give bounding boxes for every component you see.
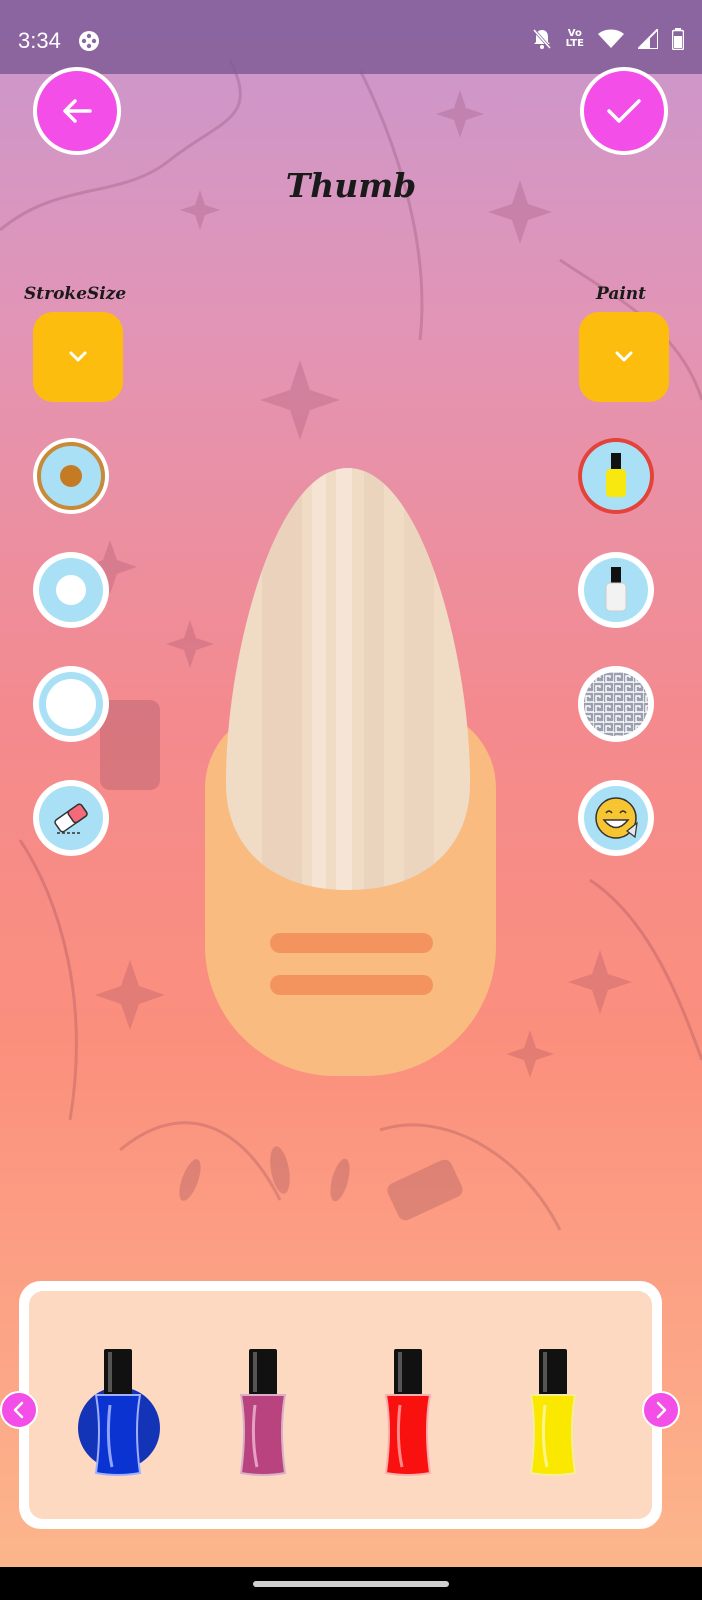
sticker-emoji-icon bbox=[595, 797, 638, 839]
polish-bottle-yellow[interactable] bbox=[521, 1349, 585, 1479]
eraser-icon bbox=[54, 803, 88, 834]
polish-bottle-blue[interactable] bbox=[86, 1349, 150, 1479]
polish-clear-button[interactable] bbox=[578, 552, 654, 628]
pattern-button[interactable] bbox=[578, 666, 654, 742]
chevron-left-icon bbox=[13, 1401, 24, 1419]
page-title: Thumb bbox=[285, 166, 417, 205]
nail-canvas[interactable] bbox=[224, 468, 472, 890]
nail-polish-clear-icon bbox=[605, 567, 627, 612]
volte-icon: Vo LTE bbox=[565, 28, 584, 49]
status-time: 3:34 bbox=[18, 28, 61, 53]
paint-dropdown[interactable] bbox=[579, 312, 669, 402]
stroke-size-dropdown[interactable] bbox=[33, 312, 123, 402]
app-status-icon bbox=[79, 31, 99, 51]
pattern-icon bbox=[584, 672, 648, 736]
nail-polish-yellow-icon bbox=[606, 453, 626, 497]
polish-palette-list bbox=[29, 1291, 652, 1519]
chevron-down-icon bbox=[69, 351, 87, 362]
home-gesture-handle[interactable] bbox=[253, 1581, 449, 1587]
check-icon bbox=[607, 99, 641, 123]
bell-off-icon bbox=[532, 29, 551, 49]
polish-palette bbox=[19, 1281, 662, 1529]
signal-icon bbox=[638, 29, 658, 49]
stroke-small-icon bbox=[37, 442, 105, 510]
stroke-medium-icon bbox=[39, 558, 103, 622]
chevron-right-icon bbox=[656, 1401, 667, 1419]
arrow-left-icon bbox=[63, 99, 92, 123]
stroke-size-small-button[interactable] bbox=[33, 438, 109, 514]
eraser-button[interactable] bbox=[33, 780, 109, 856]
stroke-large-icon bbox=[39, 672, 103, 736]
polish-bottle-pink[interactable] bbox=[231, 1349, 295, 1479]
polish-color-button[interactable] bbox=[578, 438, 654, 514]
done-button[interactable] bbox=[580, 67, 668, 155]
polish-bottle-red[interactable] bbox=[376, 1349, 440, 1479]
palette-prev-button[interactable] bbox=[0, 1391, 38, 1429]
stroke-size-large-button[interactable] bbox=[33, 666, 109, 742]
stroke-size-medium-button[interactable] bbox=[33, 552, 109, 628]
chevron-down-icon bbox=[615, 351, 633, 362]
finger-crease bbox=[270, 975, 433, 995]
stroke-size-label: StrokeSize bbox=[24, 284, 127, 304]
system-nav-bar bbox=[0, 1567, 702, 1600]
wifi-icon bbox=[598, 29, 624, 48]
finger-crease bbox=[270, 933, 433, 953]
status-bar: 3:34 Vo LTE bbox=[0, 0, 702, 74]
battery-icon bbox=[672, 28, 684, 50]
back-button[interactable] bbox=[33, 67, 121, 155]
palette-next-button[interactable] bbox=[642, 1391, 680, 1429]
network-label: LTE bbox=[565, 38, 584, 49]
paint-label: Paint bbox=[596, 284, 647, 304]
sticker-button[interactable] bbox=[578, 780, 654, 856]
